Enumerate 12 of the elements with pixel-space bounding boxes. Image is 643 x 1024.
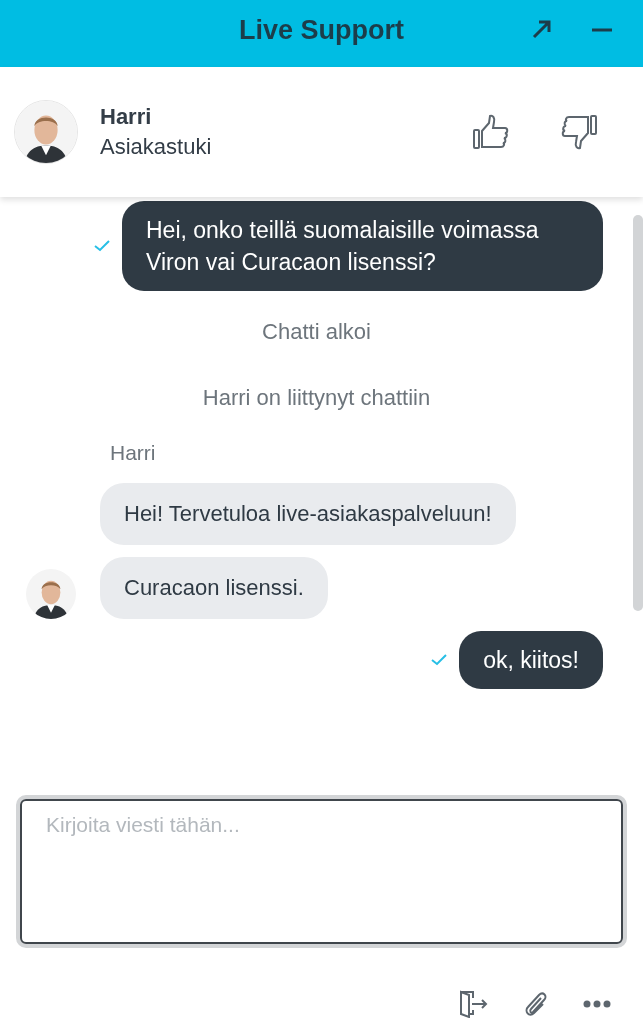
scrollbar-thumb[interactable] [633, 215, 643, 611]
sender-name: Harri [109, 441, 157, 465]
message-input[interactable]: Kirjoita viesti tähän... [20, 799, 623, 944]
sent-message: Hei, onko teillä suomalaisille voimassa Viron vai Curacaon lisenssi? [122, 201, 603, 291]
agent-role: Asiakastuki [100, 134, 213, 160]
received-message: Curacaon lisenssi. [100, 557, 328, 619]
sent-message: ok, kiitos! [459, 631, 603, 689]
system-message: Chatti alkoi [261, 319, 372, 345]
system-message: Harri on liittynyt chattiin [201, 385, 432, 411]
agent-name: Harri [100, 104, 153, 130]
received-message: Hei! Tervetuloa live-asiakaspalveluun! [100, 483, 516, 545]
window-title: Live Support [239, 15, 404, 46]
